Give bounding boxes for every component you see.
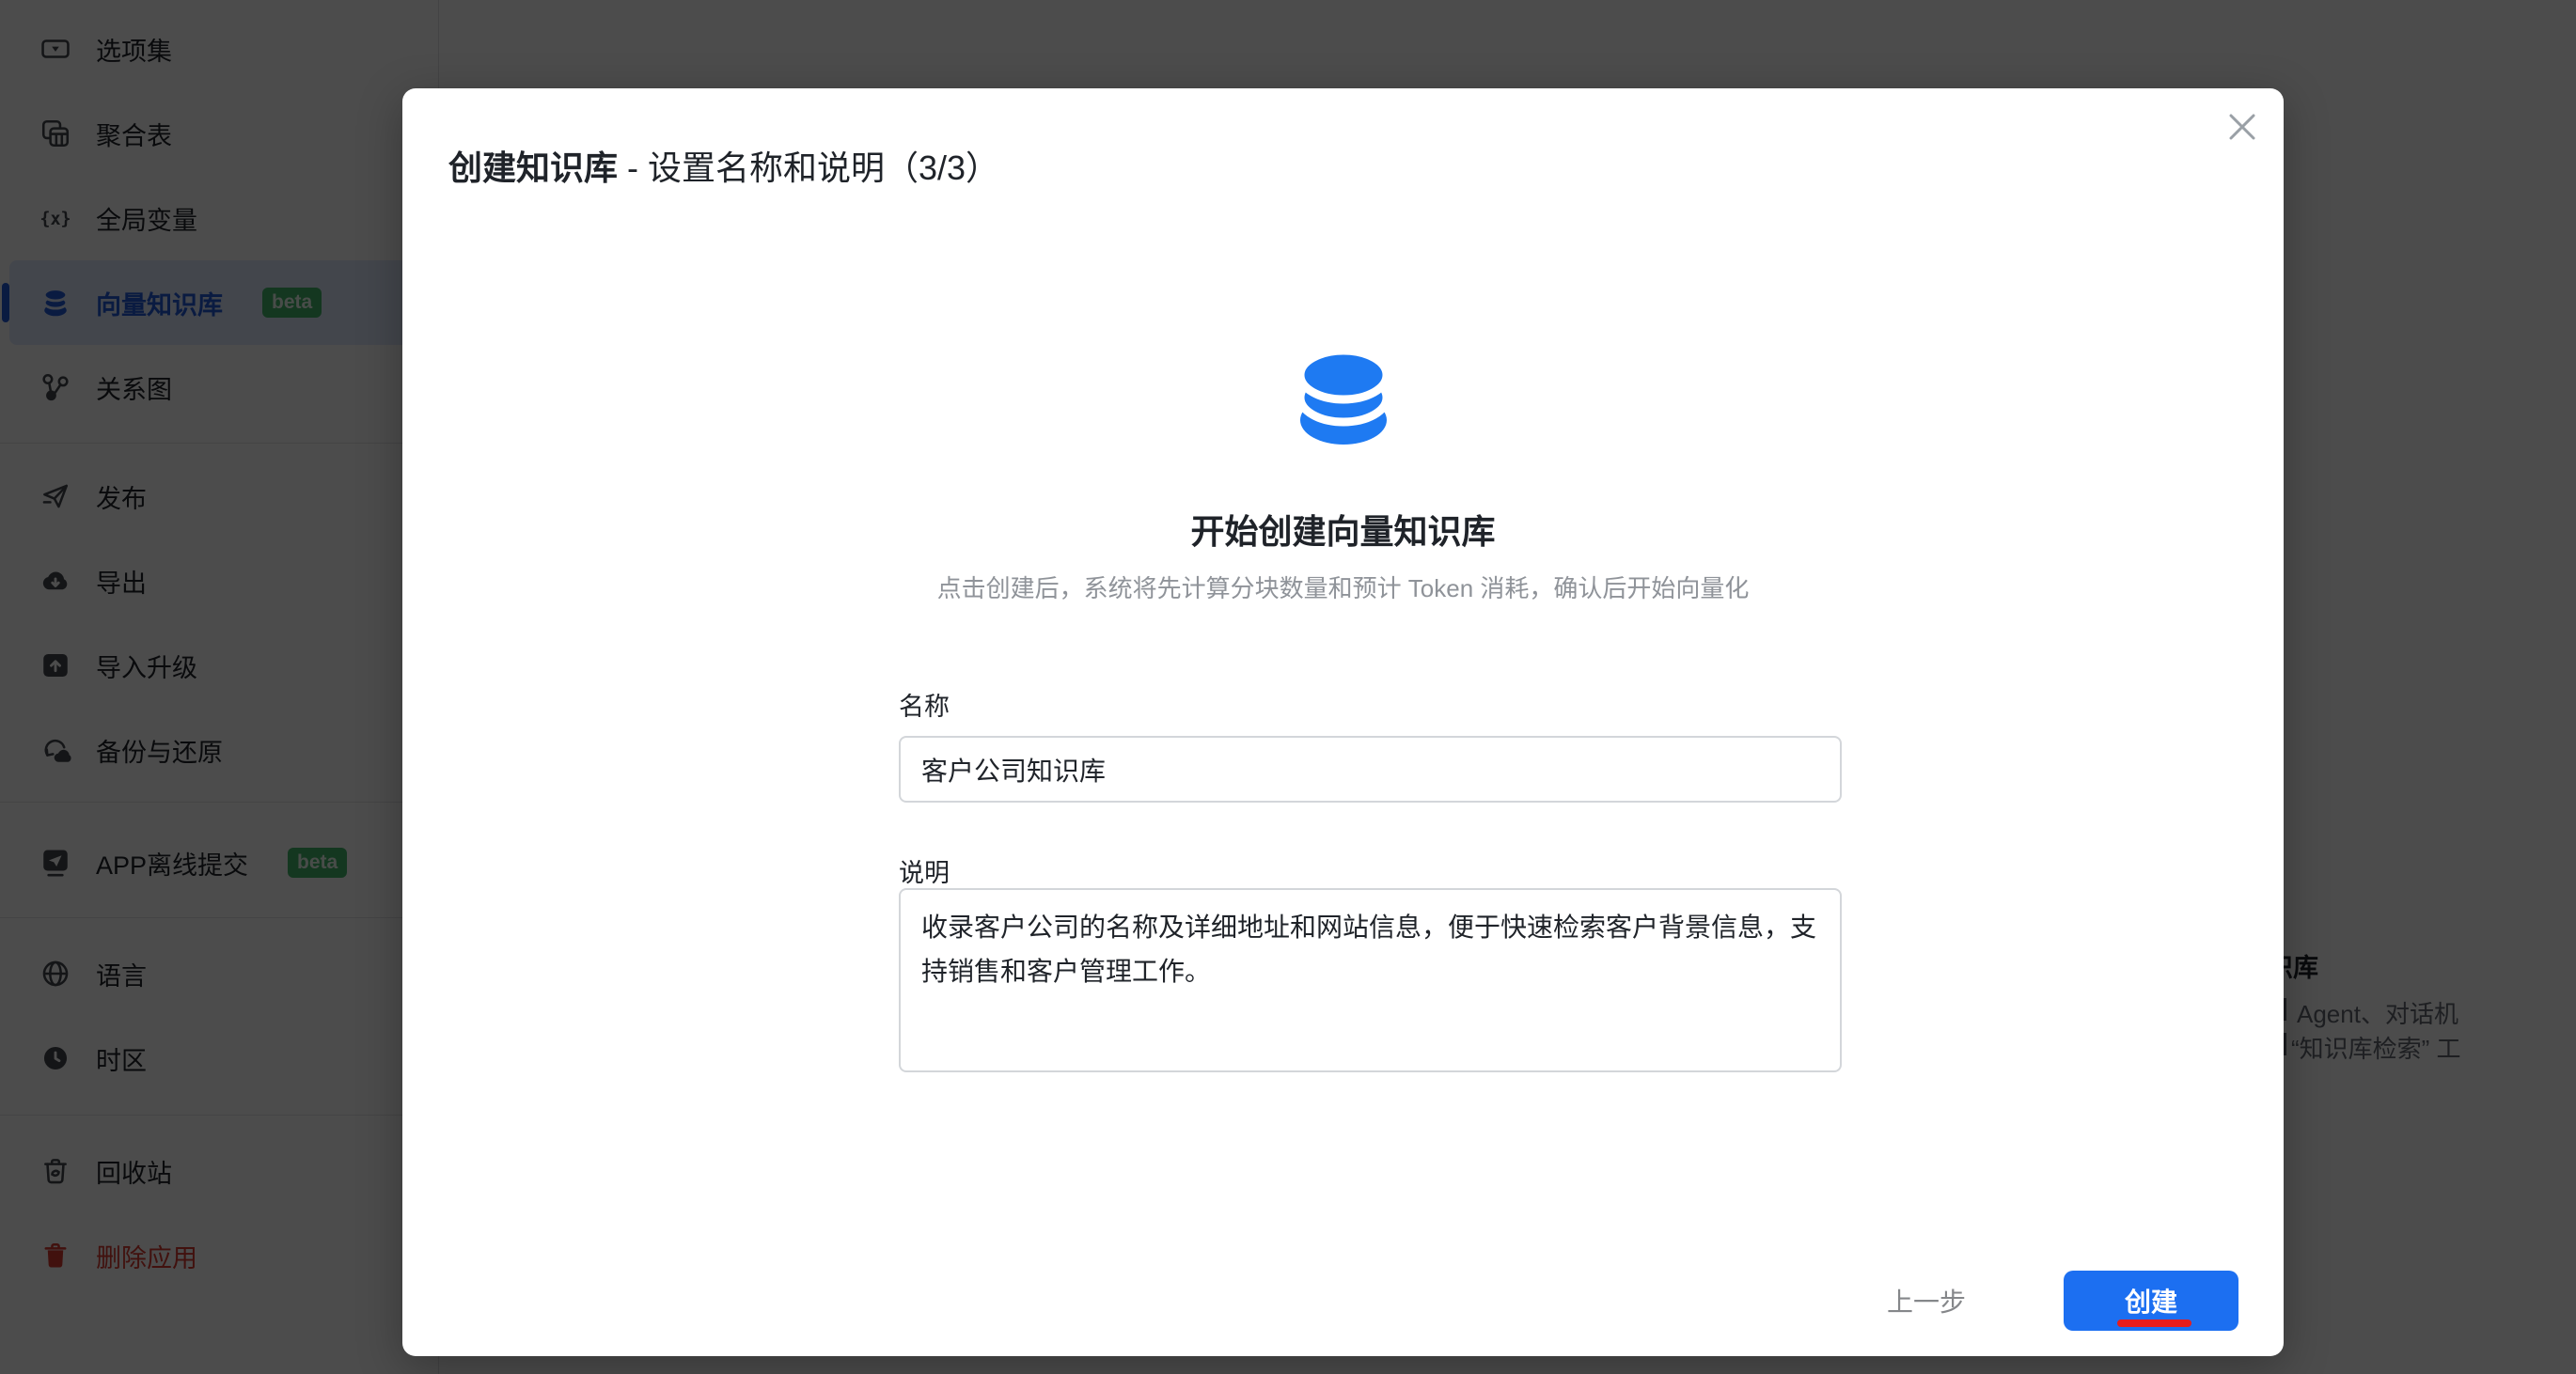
create-button-label: 创建: [2125, 1288, 2177, 1317]
modal-subheading: 点击创建后，系统将先计算分块数量和预计 Token 消耗，确认后开始向量化: [402, 570, 2284, 604]
modal-footer: 上一步 创建: [1887, 1271, 2238, 1331]
description-field-label: 说明: [899, 852, 950, 889]
annotation-underline: [2117, 1319, 2191, 1327]
name-field-label: 名称: [899, 686, 950, 723]
back-button[interactable]: 上一步: [1887, 1282, 1966, 1319]
modal-title: 创建知识库 - 设置名称和说明（3/3）: [448, 145, 999, 192]
close-icon[interactable]: [2223, 108, 2261, 146]
modal-title-secondary: - 设置名称和说明（3/3）: [618, 148, 999, 187]
database-icon: [1297, 350, 1389, 446]
create-button[interactable]: 创建: [2064, 1271, 2238, 1331]
modal-title-primary: 创建知识库: [448, 148, 618, 187]
description-textarea[interactable]: 收录客户公司的名称及详细地址和网站信息，便于快速检索客户背景信息，支持销售和客户…: [899, 888, 1842, 1072]
create-knowledge-base-modal: 创建知识库 - 设置名称和说明（3/3） 开始创建向量知识库 点击创建后，系统将…: [402, 88, 2284, 1356]
modal-heading: 开始创建向量知识库: [402, 505, 2284, 554]
name-input[interactable]: [899, 736, 1842, 803]
app-screen: 选项集 聚合表 {x} 全局变量 向量知识库 beta: [0, 0, 2576, 1374]
